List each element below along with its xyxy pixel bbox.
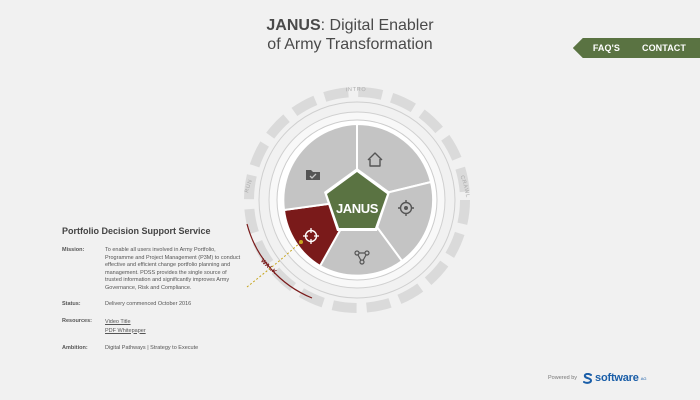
powered-by-text: Powered by xyxy=(548,375,578,381)
pdf-whitepaper-link[interactable]: PDF Whitepaper xyxy=(105,327,242,336)
status-row: Status: Delivery commenced October 2016 xyxy=(62,301,242,309)
software-ag-trademark: AG xyxy=(640,375,647,381)
resources-list: Video Title PDF Whitepaper xyxy=(105,318,242,336)
digital-pathways-link[interactable]: Digital Pathways xyxy=(105,345,146,351)
info-panel: Portfolio Decision Support Service Missi… xyxy=(62,226,242,361)
resources-label: Resources: xyxy=(62,317,92,324)
mission-label: Mission: xyxy=(62,247,85,253)
video-title-link[interactable]: Video Title xyxy=(105,318,242,327)
software-ag-logo[interactable]: software AG xyxy=(583,372,646,384)
mission-row: Mission: To enable all users involved in… xyxy=(62,247,242,292)
ring-label-intro[interactable]: INTRO xyxy=(346,87,367,94)
panel-title: Portfolio Decision Support Service xyxy=(62,226,211,236)
ambition-label: Ambition: xyxy=(62,344,88,351)
strategy-to-execute-link[interactable]: Strategy to Execute xyxy=(150,345,198,351)
software-ag-wordmark: software xyxy=(595,372,639,384)
ambition-links: Digital Pathways | Strategy to Execute xyxy=(105,345,242,353)
status-label: Status: xyxy=(62,301,81,307)
software-ag-mark-icon xyxy=(583,372,593,384)
resources-row: Resources: Video Title PDF Whitepaper xyxy=(62,318,242,336)
ambition-row: Ambition: Digital Pathways | Strategy to… xyxy=(62,345,242,353)
status-text: Delivery commenced October 2016 xyxy=(105,301,192,307)
powered-by-footer: Powered by software AG xyxy=(548,372,646,384)
center-label: JANUS xyxy=(336,201,379,216)
mission-text: To enable all users involved in Army Por… xyxy=(105,247,241,291)
